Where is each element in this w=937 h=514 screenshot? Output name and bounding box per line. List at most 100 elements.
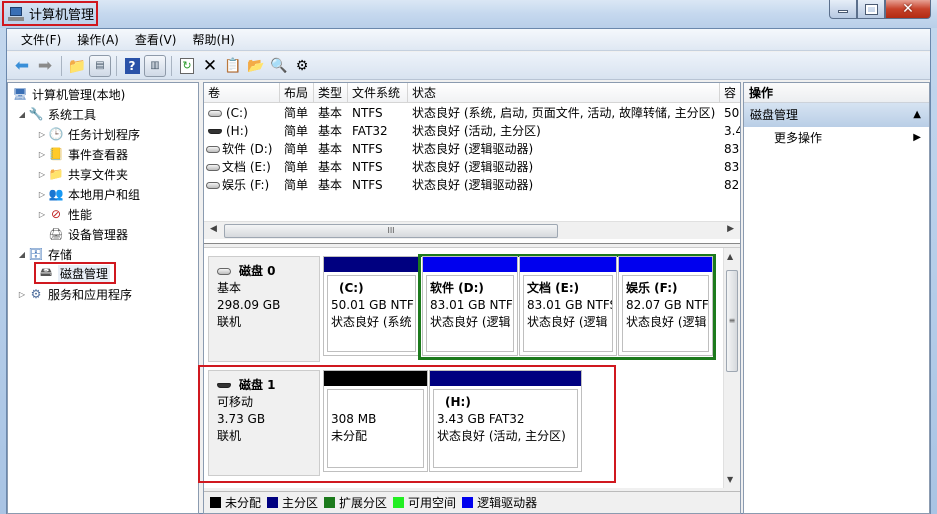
collapse-up-icon[interactable]: ▲ (913, 103, 921, 127)
delete-button[interactable]: ✕ (199, 55, 221, 77)
collapse-arrow-icon[interactable]: ◢ (16, 250, 28, 259)
show-hide-tree-button[interactable]: ▤ (89, 54, 111, 77)
scroll-up-arrow-icon[interactable]: ▲ (727, 252, 733, 261)
tree-item-root[interactable]: 🖥 计算机管理(本地) (12, 84, 125, 104)
close-button[interactable]: ✕ (885, 0, 931, 19)
tree-item-device-manager[interactable]: 🖨 设备管理器 (48, 224, 128, 244)
help-button[interactable]: ? (121, 55, 143, 77)
tree-item-shared-folders[interactable]: ▷ 📁 共享文件夹 (36, 164, 128, 184)
disk-size: 3.73 GB (217, 412, 266, 426)
column-header-capacity[interactable]: 容 (720, 83, 740, 103)
settings-button[interactable]: ⚙ (291, 55, 313, 77)
layout-cell: 简单 (284, 178, 309, 192)
table-row[interactable]: 软件 (D:) 简单 基本 NTFS 状态良好 (逻辑驱动器) 83 (204, 140, 740, 158)
expand-arrow-icon[interactable]: ▷ (16, 290, 28, 299)
tree-item-system-tools[interactable]: ◢ 🔧 系统工具 (16, 104, 96, 124)
vertical-scroll-thumb[interactable]: ≡ (726, 270, 738, 372)
storage-icon: 🗄 (28, 247, 44, 261)
scroll-left-arrow-icon[interactable]: ◀ (210, 224, 217, 234)
refresh-button[interactable]: ↻ (176, 55, 198, 77)
expand-arrow-icon[interactable]: ▷ (36, 170, 48, 179)
device-manager-icon: 🖨 (48, 227, 64, 241)
table-row[interactable]: 娱乐 (F:) 简单 基本 NTFS 状态良好 (逻辑驱动器) 82 (204, 176, 740, 194)
table-row[interactable]: (C:) 简单 基本 NTFS 状态良好 (系统, 启动, 页面文件, 活动, … (204, 104, 740, 122)
expand-arrow-icon[interactable]: ▷ (36, 150, 48, 159)
toolbar-separator (61, 55, 62, 76)
disk-0-label[interactable]: 磁盘 0 基本 298.09 GB 联机 (208, 256, 320, 362)
more-actions-label: 更多操作 (774, 131, 823, 145)
partition-e[interactable]: 文档 (E:) 83.01 GB NTFS 状态良好 (逻辑 (519, 256, 617, 356)
expand-arrow-icon[interactable]: ▷ (36, 210, 48, 219)
properties-button[interactable]: 📋 (222, 55, 244, 77)
partition-c[interactable]: (C:) 50.01 GB NTF 状态良好 (系统 (323, 256, 420, 356)
expand-arrow-icon[interactable]: ▷ (36, 130, 48, 139)
column-header-layout[interactable]: 布局 (280, 83, 314, 103)
disk-size: 298.09 GB (217, 298, 281, 312)
open-button[interactable]: 📂 (245, 55, 267, 77)
computer-management-icon (8, 6, 24, 22)
partition-size: 50.01 GB NTF (331, 298, 414, 312)
legend-item-primary: 主分区 (267, 494, 318, 511)
delete-icon: ✕ (202, 55, 218, 76)
menu-view[interactable]: 查看(V) (127, 31, 185, 48)
more-actions-item[interactable]: 更多操作 ▶ (744, 127, 929, 149)
partition-bar (423, 257, 517, 272)
collapse-arrow-icon[interactable]: ◢ (16, 110, 28, 119)
horizontal-scroll-thumb[interactable]: III (224, 224, 558, 238)
forward-button[interactable]: ➡ (34, 55, 56, 77)
partition-unallocated[interactable]: 308 MB 未分配 (323, 370, 428, 472)
status-cell: 状态良好 (系统, 启动, 页面文件, 活动, 故障转储, 主分区) (412, 106, 716, 120)
tree-item-performance[interactable]: ▷ ⊘ 性能 (36, 204, 92, 224)
expand-arrow-icon[interactable]: ▷ (36, 190, 48, 199)
disk-1-row: 磁盘 1 可移动 3.73 GB 联机 308 MB 未分配 (H:) 3.43… (204, 370, 722, 476)
menu-action[interactable]: 操作(A) (69, 31, 127, 48)
search-button[interactable]: 🔍 (268, 55, 290, 77)
show-hide-action-pane-icon: ▥ (150, 60, 160, 71)
tree-item-task-scheduler[interactable]: ▷ 🕒 任务计划程序 (36, 124, 140, 144)
scroll-down-arrow-icon[interactable]: ▼ (727, 475, 733, 484)
back-button[interactable]: ⬅ (11, 55, 33, 77)
forward-icon: ➡ (37, 55, 53, 76)
vertical-scrollbar[interactable]: ▲ ≡ ▼ (723, 248, 740, 488)
tree-item-local-users[interactable]: ▷ 👥 本地用户和组 (36, 184, 140, 204)
horizontal-scrollbar[interactable]: ◀ III ▶ (204, 221, 740, 239)
partition-size: 308 MB (331, 412, 377, 426)
capacity-cell: 50 (724, 106, 740, 120)
minimize-button[interactable] (829, 0, 857, 19)
capacity-cell: 82 (724, 178, 740, 192)
partition-f[interactable]: 娱乐 (F:) 82.07 GB NTF 状态良好 (逻辑 (618, 256, 713, 356)
column-header-filesystem[interactable]: 文件系统 (348, 83, 408, 103)
partition-h[interactable]: (H:) 3.43 GB FAT32 状态良好 (活动, 主分区) (429, 370, 582, 472)
maximize-button[interactable] (857, 0, 885, 19)
capacity-cell: 83 (724, 142, 740, 156)
partition-d[interactable]: 软件 (D:) 83.01 GB NTF 状态良好 (逻辑 (422, 256, 518, 356)
users-icon: 👥 (48, 187, 64, 201)
volume-name: (C:) (226, 106, 248, 120)
column-header-type[interactable]: 类型 (314, 83, 348, 103)
volume-list-header: 卷 布局 类型 文件系统 状态 容 (204, 83, 740, 103)
disk-1-label[interactable]: 磁盘 1 可移动 3.73 GB 联机 (208, 370, 320, 476)
table-row[interactable]: (H:) 简单 基本 FAT32 状态良好 (活动, 主分区) 3.4 (204, 122, 740, 140)
close-icon: ✕ (902, 1, 914, 17)
menu-file[interactable]: 文件(F) (13, 31, 69, 48)
tree-item-disk-management[interactable]: 🖴 磁盘管理 (34, 262, 117, 284)
legend-label: 扩展分区 (339, 496, 388, 510)
show-hide-action-pane-button[interactable]: ▥ (144, 54, 166, 77)
menu-help[interactable]: 帮助(H) (184, 31, 242, 48)
column-header-status[interactable]: 状态 (408, 83, 720, 103)
table-row[interactable]: 文档 (E:) 简单 基本 NTFS 状态良好 (逻辑驱动器) 83 (204, 158, 740, 176)
tree-item-storage[interactable]: ◢ 🗄 存储 (16, 244, 72, 264)
filesystem-cell: NTFS (352, 142, 383, 156)
legend-label: 未分配 (225, 496, 262, 510)
settings-icon: ⚙ (295, 57, 309, 74)
column-header-volume[interactable]: 卷 (204, 83, 280, 103)
actions-section-disk-management[interactable]: 磁盘管理 ▲ (744, 103, 929, 127)
type-cell: 基本 (318, 142, 343, 156)
scroll-right-arrow-icon[interactable]: ▶ (727, 224, 734, 234)
tree-item-services[interactable]: ▷ ⚙ 服务和应用程序 (16, 284, 132, 304)
event-viewer-icon: 📒 (48, 147, 64, 161)
legend-item-unallocated: 未分配 (210, 494, 261, 511)
legend-label: 可用空间 (408, 496, 457, 510)
up-level-button[interactable]: 📁 (66, 55, 88, 77)
tree-item-event-viewer[interactable]: ▷ 📒 事件查看器 (36, 144, 128, 164)
